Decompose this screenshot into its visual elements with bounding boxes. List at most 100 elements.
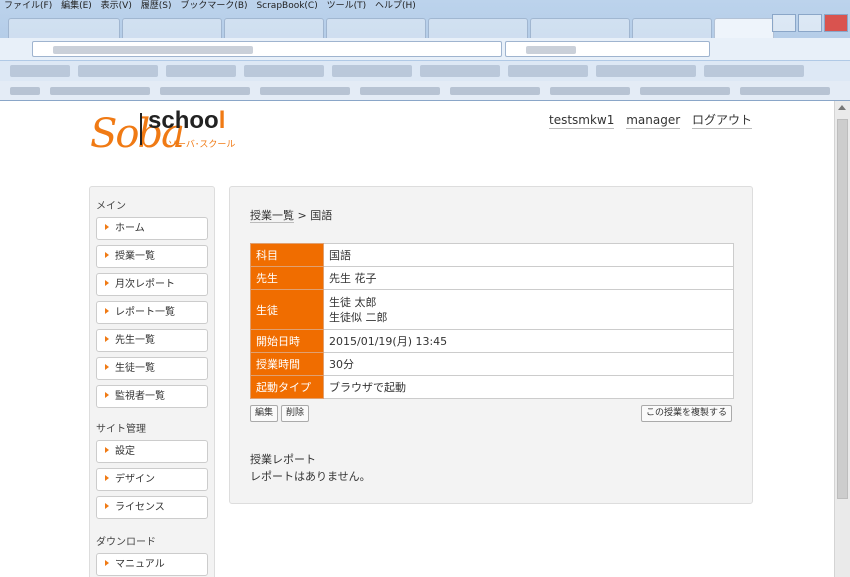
menu-edit[interactable]: 編集(E) (61, 1, 92, 11)
bookmark-item[interactable] (704, 65, 804, 77)
sidebar-item-manual[interactable]: マニュアル (96, 553, 208, 576)
table-row: 生徒 生徒 太郎 生徒似 二郎 (250, 289, 734, 330)
manager-link[interactable]: manager (626, 113, 681, 129)
table-row: 授業時間 30分 (250, 352, 734, 376)
sidebar-section-admin: サイト管理 (96, 424, 146, 435)
menu-tools[interactable]: ツール(T) (327, 1, 367, 11)
row-value-subject: 国語 (323, 243, 734, 267)
report-section-title: 授業レポート (250, 453, 316, 466)
lesson-info-table: 科目 国語 先生 先生 花子 生徒 生徒 太郎 生徒似 二郎 開始日時 2015… (250, 243, 734, 399)
addon-toolbar (0, 81, 850, 100)
logo-school-text: school (148, 107, 226, 134)
browser-tabstrip (0, 12, 850, 38)
arrow-right-icon (105, 392, 109, 398)
menu-scrapbook[interactable]: ScrapBook(C) (256, 1, 317, 11)
window-controls (750, 14, 850, 34)
menu-help[interactable]: ヘルプ(H) (375, 1, 416, 11)
bookmark-item[interactable] (166, 65, 236, 77)
browser-tab[interactable] (8, 18, 120, 38)
row-label-launch-type: 起動タイプ (250, 375, 324, 399)
sidebar-item-reports[interactable]: レポート一覧 (96, 301, 208, 324)
bookmark-item[interactable] (508, 65, 588, 77)
arrow-right-icon (105, 364, 109, 370)
bookmark-item[interactable] (10, 65, 70, 77)
sidebar-section-download: ダウンロード (96, 537, 156, 548)
arrow-right-icon (105, 280, 109, 286)
arrow-right-icon (105, 336, 109, 342)
bookmark-item[interactable] (332, 65, 412, 77)
sidebar-item-lessons[interactable]: 授業一覧 (96, 245, 208, 268)
browser-chrome: ファイル(F) 編集(E) 表示(V) 履歴(S) ブックマーク(B) Scra… (0, 0, 850, 101)
table-row: 開始日時 2015/01/19(月) 13:45 (250, 329, 734, 353)
copy-lesson-button[interactable]: この授業を複製する (640, 405, 732, 422)
browser-tab[interactable] (530, 18, 630, 38)
student-name: 生徒 太郎 (329, 295, 377, 309)
user-nav: testsmkw1 manager ログアウト (541, 111, 752, 129)
student-name: 生徒似 二郎 (329, 310, 388, 324)
table-row: 先生 先生 花子 (250, 266, 734, 290)
logout-link[interactable]: ログアウト (691, 113, 752, 129)
sidebar-item-teachers[interactable]: 先生一覧 (96, 329, 208, 352)
bookmark-item[interactable] (78, 65, 158, 77)
menu-bookmarks[interactable]: ブックマーク(B) (180, 1, 247, 11)
arrow-right-icon (105, 252, 109, 258)
url-bar[interactable] (32, 41, 502, 57)
browser-tab[interactable] (326, 18, 426, 38)
browser-tab[interactable] (122, 18, 222, 38)
row-value-teacher: 先生 花子 (323, 266, 734, 290)
breadcrumb-lessons-link[interactable]: 授業一覧 (250, 209, 294, 223)
row-value-duration: 30分 (323, 352, 734, 376)
arrow-right-icon (105, 503, 109, 509)
browser-search-input[interactable] (505, 41, 710, 57)
sidebar-item-students[interactable]: 生徒一覧 (96, 357, 208, 380)
browser-tab[interactable] (632, 18, 712, 38)
row-label-students: 生徒 (250, 289, 324, 330)
delete-button[interactable]: 削除 (281, 405, 310, 422)
arrow-right-icon (105, 308, 109, 314)
logo-kana-text: ソーバ･スクール (168, 140, 236, 150)
scrollbar-thumb[interactable] (837, 119, 848, 499)
minimize-icon[interactable] (772, 14, 796, 32)
username-link[interactable]: testsmkw1 (549, 113, 615, 129)
bookmark-item[interactable] (244, 65, 324, 77)
menu-view[interactable]: 表示(V) (101, 1, 132, 11)
breadcrumb-separator: > (294, 209, 311, 222)
bookmark-item[interactable] (420, 65, 500, 77)
logo-divider (140, 113, 142, 145)
report-empty-message: レポートはありません。 (250, 470, 371, 483)
menu-history[interactable]: 履歴(S) (141, 1, 172, 11)
sidebar-item-supervisors[interactable]: 監視者一覧 (96, 385, 208, 408)
row-value-students: 生徒 太郎 生徒似 二郎 (323, 289, 734, 330)
row-label-subject: 科目 (250, 243, 324, 267)
arrow-right-icon (105, 447, 109, 453)
sidebar-item-settings[interactable]: 設定 (96, 440, 208, 463)
bookmarks-bar (0, 61, 850, 81)
row-label-duration: 授業時間 (250, 352, 324, 376)
sidebar-section-main: メイン (96, 201, 126, 212)
sidebar: メイン ホーム 授業一覧 月次レポート レポート一覧 先生一覧 生徒一覧 監視者… (89, 186, 215, 577)
breadcrumb-current: 国語 (310, 209, 333, 222)
vertical-scrollbar[interactable] (834, 101, 850, 577)
sidebar-item-monthly-report[interactable]: 月次レポート (96, 273, 208, 296)
lesson-detail-panel: 授業一覧 > 国語 科目 国語 先生 先生 花子 生徒 生徒 太郎 生徒似 二郎… (229, 186, 753, 504)
arrow-right-icon (105, 560, 109, 566)
row-value-launch-type: ブラウザで起動 (323, 375, 734, 399)
sidebar-item-home[interactable]: ホーム (96, 217, 208, 240)
breadcrumb: 授業一覧 > 国語 (250, 207, 332, 223)
row-label-teacher: 先生 (250, 266, 324, 290)
sidebar-item-license[interactable]: ライセンス (96, 496, 208, 519)
bookmark-item[interactable] (596, 65, 696, 77)
maximize-icon[interactable] (798, 14, 822, 32)
arrow-right-icon (105, 475, 109, 481)
sidebar-item-design[interactable]: デザイン (96, 468, 208, 491)
browser-menubar: ファイル(F) 編集(E) 表示(V) 履歴(S) ブックマーク(B) Scra… (0, 0, 850, 12)
menu-file[interactable]: ファイル(F) (4, 1, 52, 11)
table-row: 起動タイプ ブラウザで起動 (250, 375, 734, 399)
browser-tab[interactable] (428, 18, 528, 38)
scroll-up-icon[interactable] (838, 105, 846, 110)
site-logo[interactable]: Soba school ソーバ･スクール (90, 107, 250, 162)
arrow-right-icon (105, 224, 109, 230)
close-icon[interactable] (824, 14, 848, 32)
browser-tab[interactable] (224, 18, 324, 38)
edit-button[interactable]: 編集 (250, 405, 279, 422)
